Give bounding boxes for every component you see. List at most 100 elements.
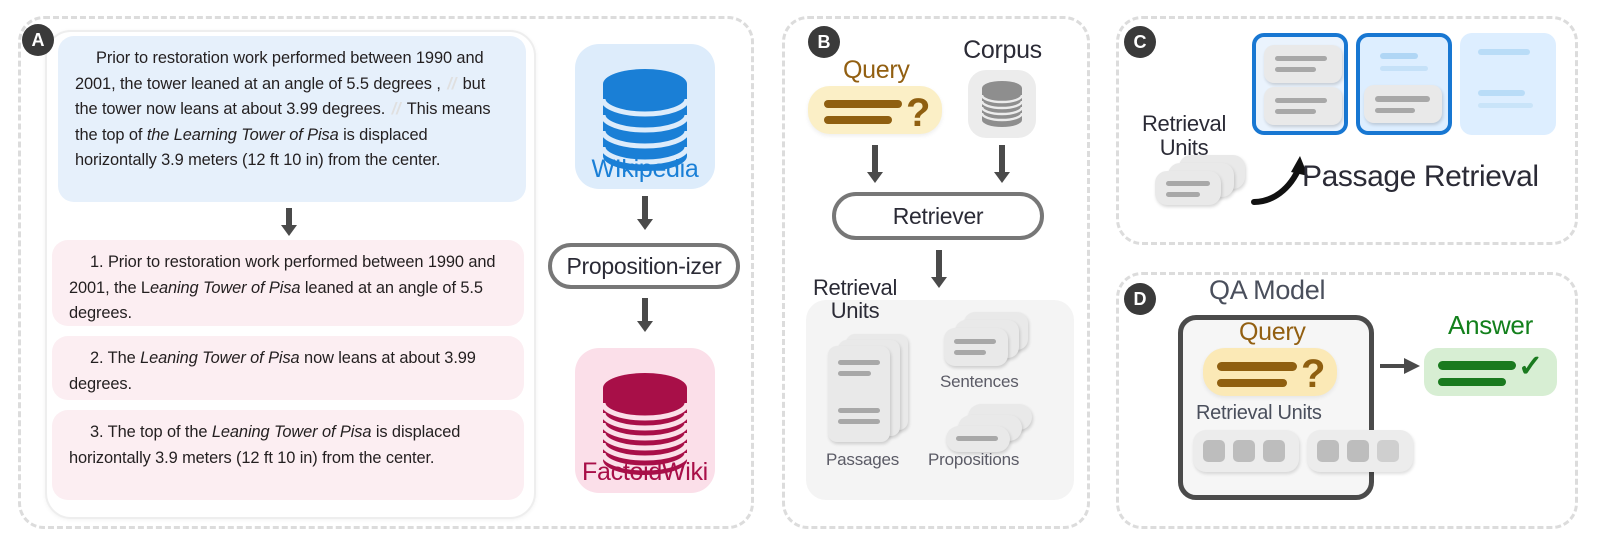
arrow-corpus-to-retriever bbox=[994, 145, 1010, 185]
source-text-part-1: Prior to restoration work performed betw… bbox=[75, 49, 484, 93]
retrieval-units-label-c: Retrieval Units bbox=[1124, 112, 1244, 160]
query-d-bar-2 bbox=[1217, 379, 1287, 387]
answer-label: Answer bbox=[1448, 310, 1533, 340]
retrieval-units-c-line-2: Units bbox=[1159, 135, 1209, 160]
question-mark-icon: ? bbox=[906, 91, 931, 135]
arrow-query-to-retriever bbox=[867, 145, 883, 185]
chip-2 bbox=[1233, 440, 1255, 462]
panel-c-badge: C bbox=[1124, 26, 1156, 58]
source-separator-1: // bbox=[447, 74, 457, 93]
retrieval-units-line-1: Retrieval bbox=[812, 275, 898, 300]
question-mark-icon-d: ? bbox=[1301, 352, 1326, 396]
proposition-line-1 bbox=[956, 436, 998, 441]
ru-c-line-1 bbox=[1166, 181, 1210, 186]
ru-c-line-2 bbox=[1166, 192, 1200, 197]
query-d-bar-1 bbox=[1217, 362, 1297, 371]
wikipedia-label: WIkipedia bbox=[591, 155, 699, 183]
slot2-card-1 bbox=[1364, 85, 1442, 123]
proposition-3-number: 3. bbox=[90, 423, 104, 441]
passage-line-4 bbox=[838, 419, 880, 424]
proposition-2-italic: Leaning Tower of Pisa bbox=[140, 349, 300, 367]
passage-retrieval-label: Passage Retrieval bbox=[1302, 160, 1539, 193]
proposition-2-number: 2. bbox=[90, 349, 104, 367]
propositions-label: Propositions bbox=[928, 450, 1020, 469]
retrieval-units-label-b: Retrieval Units bbox=[800, 276, 910, 322]
chip-3 bbox=[1263, 440, 1285, 462]
passage-line-1 bbox=[838, 360, 880, 365]
panel-d-badge: D bbox=[1124, 283, 1156, 315]
factoidwiki-label: FactoidWiki bbox=[582, 458, 708, 486]
retrieval-units-label-d: Retrieval Units bbox=[1196, 402, 1322, 424]
qa-model-label: QA Model bbox=[1209, 275, 1326, 305]
proposition-1: 1. Prior to restoration work performed b… bbox=[52, 240, 524, 326]
slot2-card1-line-1 bbox=[1375, 96, 1430, 102]
retrieval-unit-chipbar-2 bbox=[1307, 430, 1413, 472]
chip-4 bbox=[1317, 440, 1339, 462]
arrow-propositionizer-to-factoidwiki bbox=[637, 298, 653, 334]
answer-bar-2 bbox=[1438, 378, 1506, 386]
answer-bar-1 bbox=[1438, 361, 1516, 370]
arrow-wikipedia-to-propositionizer bbox=[637, 196, 653, 232]
panel-a-badge: A bbox=[22, 24, 54, 56]
passage-slot-1-selected[interactable] bbox=[1252, 33, 1348, 135]
slot1-card1-line-2 bbox=[1275, 67, 1316, 72]
passages-label: Passages bbox=[826, 450, 900, 469]
check-icon: ✓ bbox=[1518, 350, 1544, 383]
slot1-card1-line-1 bbox=[1275, 56, 1327, 61]
arrow-source-to-propositions bbox=[281, 208, 297, 236]
proposition-2-pre: The bbox=[107, 349, 136, 367]
proposition-3-italic: Leaning Tower of Pisa bbox=[211, 423, 372, 441]
corpus-tile bbox=[968, 70, 1036, 138]
proposition-2: 2. The Leaning Tower of Pisa now leans a… bbox=[52, 336, 524, 400]
query-label-b: Query bbox=[843, 56, 910, 84]
panel-b-badge: B bbox=[808, 26, 840, 58]
slot2-card1-line-2 bbox=[1375, 108, 1415, 113]
retrieval-units-c-line-1: Retrieval bbox=[1141, 111, 1227, 136]
ru-c-card-front bbox=[1155, 171, 1221, 205]
arrow-retriever-to-units bbox=[931, 250, 947, 290]
proposition-3: 3. The top of the Leaning Tower of Pisa … bbox=[52, 410, 524, 500]
slot1-card-1 bbox=[1264, 45, 1342, 83]
retrieval-unit-chipbar-1 bbox=[1193, 430, 1299, 472]
passage-card-front bbox=[828, 346, 890, 442]
query-box-d[interactable]: ? bbox=[1203, 348, 1337, 396]
propositionizer-label: Proposition-izer bbox=[566, 252, 722, 279]
passage-slot-2-selected[interactable] bbox=[1356, 33, 1452, 135]
slot3-line-2 bbox=[1478, 90, 1525, 96]
sentence-line-1 bbox=[954, 339, 996, 344]
proposition-card-front bbox=[946, 426, 1010, 452]
query-bar-2 bbox=[824, 116, 892, 124]
passage-line-2 bbox=[838, 371, 871, 376]
slot1-card2-line-2 bbox=[1275, 109, 1316, 114]
query-box-b[interactable]: ? bbox=[808, 86, 942, 134]
retriever-box[interactable]: Retriever bbox=[832, 192, 1044, 240]
corpus-database-icon bbox=[980, 81, 1024, 127]
query-bar-1 bbox=[824, 100, 902, 108]
sentences-label: Sentences bbox=[940, 372, 1019, 391]
chip-6 bbox=[1377, 440, 1399, 462]
proposition-3-pre: The top of the bbox=[107, 423, 208, 441]
source-separator-2: // bbox=[391, 100, 401, 118]
arrow-qa-to-answer bbox=[1380, 358, 1420, 374]
slot2-blue-line-1 bbox=[1380, 53, 1418, 59]
passage-slot-3[interactable] bbox=[1460, 33, 1556, 135]
slot3-line-3 bbox=[1478, 103, 1533, 108]
source-text-italic: the Learning Tower of Pisa bbox=[146, 125, 339, 144]
retrieval-units-line-2: Units bbox=[830, 298, 880, 323]
propositionizer-box[interactable]: Proposition-izer bbox=[548, 243, 740, 289]
proposition-1-number: 1. bbox=[90, 253, 104, 271]
chip-5 bbox=[1347, 440, 1369, 462]
slot1-card-2 bbox=[1264, 87, 1342, 125]
corpus-label: Corpus bbox=[963, 36, 1042, 64]
retriever-label: Retriever bbox=[892, 202, 984, 229]
passage-line-3 bbox=[838, 408, 880, 413]
chip-1 bbox=[1203, 440, 1225, 462]
source-passage-box: Prior to restoration work performed betw… bbox=[58, 36, 526, 202]
slot3-line-1 bbox=[1478, 49, 1530, 55]
proposition-1-italic: eaning Tower of Pisa bbox=[149, 278, 301, 297]
slot1-card2-line-1 bbox=[1275, 98, 1327, 103]
sentence-card-front bbox=[944, 328, 1008, 366]
slot2-blue-line-2 bbox=[1380, 66, 1428, 71]
sentence-line-2 bbox=[954, 350, 986, 355]
query-label-d: Query bbox=[1239, 318, 1306, 346]
